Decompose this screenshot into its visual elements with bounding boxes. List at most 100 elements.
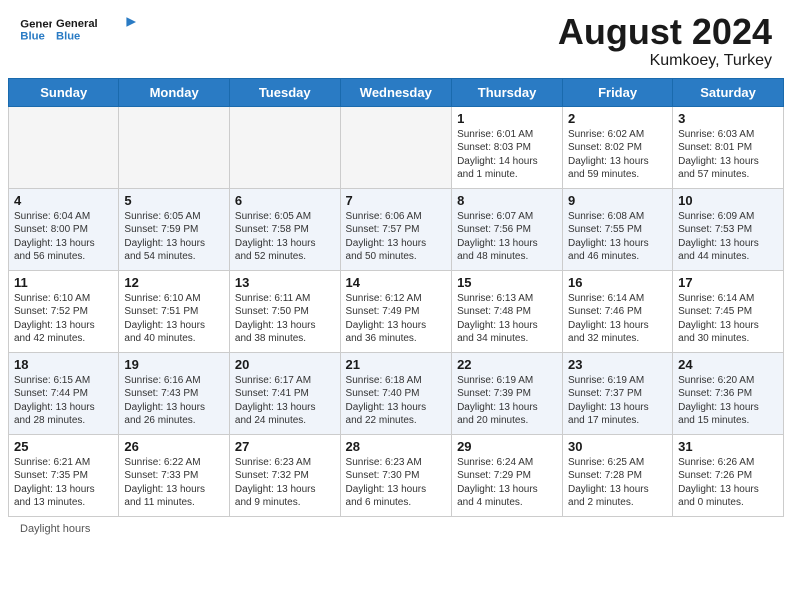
calendar-cell: 16 Sunrise: 6:14 AM Sunset: 7:46 PM Dayli… bbox=[563, 270, 673, 352]
weekday-header: Monday bbox=[119, 78, 230, 106]
weekday-header: Friday bbox=[563, 78, 673, 106]
day-number: 13 bbox=[235, 275, 335, 290]
day-info: Sunrise: 6:15 AM Sunset: 7:44 PM Dayligh… bbox=[14, 374, 113, 428]
calendar-cell: 23 Sunrise: 6:19 AM Sunset: 7:37 PM Dayli… bbox=[563, 352, 673, 434]
day-info: Sunrise: 6:25 AM Sunset: 7:28 PM Dayligh… bbox=[568, 456, 667, 510]
calendar-cell: 9Sunrise: 6:08 AM Sunset: 7:55 PM Daylig… bbox=[563, 188, 673, 270]
day-number: 28 bbox=[346, 439, 447, 454]
weekday-header: Saturday bbox=[673, 78, 784, 106]
calendar-cell: 11 Sunrise: 6:10 AM Sunset: 7:52 PM Dayli… bbox=[9, 270, 119, 352]
day-number: 3 bbox=[678, 111, 778, 126]
day-info: Sunrise: 6:14 AM Sunset: 7:46 PM Dayligh… bbox=[568, 292, 667, 346]
day-number: 24 bbox=[678, 357, 778, 372]
day-info: Sunrise: 6:19 AM Sunset: 7:37 PM Dayligh… bbox=[568, 374, 667, 428]
calendar-cell: 21 Sunrise: 6:18 AM Sunset: 7:40 PM Dayli… bbox=[340, 352, 452, 434]
calendar-cell: 13 Sunrise: 6:11 AM Sunset: 7:50 PM Dayli… bbox=[229, 270, 340, 352]
day-info: Sunrise: 6:20 AM Sunset: 7:36 PM Dayligh… bbox=[678, 374, 778, 428]
weekday-header: Wednesday bbox=[340, 78, 452, 106]
calendar-cell: 18Sunrise: 6:15 AM Sunset: 7:44 PM Dayli… bbox=[9, 352, 119, 434]
day-info: Sunrise: 6:04 AM Sunset: 8:00 PM Dayligh… bbox=[14, 210, 113, 264]
day-info: Sunrise: 6:17 AM Sunset: 7:41 PM Dayligh… bbox=[235, 374, 335, 428]
day-info: Sunrise: 6:23 AM Sunset: 7:32 PM Dayligh… bbox=[235, 456, 335, 510]
day-number: 7 bbox=[346, 193, 447, 208]
day-info: Sunrise: 6:24 AM Sunset: 7:29 PM Dayligh… bbox=[457, 456, 557, 510]
day-number: 10 bbox=[678, 193, 778, 208]
day-number: 4 bbox=[14, 193, 113, 208]
day-number: 25 bbox=[14, 439, 113, 454]
day-info: Sunrise: 6:16 AM Sunset: 7:43 PM Dayligh… bbox=[124, 374, 224, 428]
logo-flag-icon: General Blue bbox=[56, 14, 136, 46]
calendar-cell: 22 Sunrise: 6:19 AM Sunset: 7:39 PM Dayli… bbox=[452, 352, 563, 434]
day-number: 21 bbox=[346, 357, 447, 372]
day-info: Sunrise: 6:22 AM Sunset: 7:33 PM Dayligh… bbox=[124, 456, 224, 510]
weekday-header: Thursday bbox=[452, 78, 563, 106]
calendar-cell: 7 Sunrise: 6:06 AM Sunset: 7:57 PM Daylig… bbox=[340, 188, 452, 270]
day-info: Sunrise: 6:01 AM Sunset: 8:03 PM Dayligh… bbox=[457, 128, 557, 182]
day-number: 19 bbox=[124, 357, 224, 372]
calendar-cell: 4 Sunrise: 6:04 AM Sunset: 8:00 PM Daylig… bbox=[9, 188, 119, 270]
month-year: August 2024 bbox=[558, 12, 772, 52]
day-info: Sunrise: 6:11 AM Sunset: 7:50 PM Dayligh… bbox=[235, 292, 335, 346]
day-number: 27 bbox=[235, 439, 335, 454]
calendar-cell: 25 Sunrise: 6:21 AM Sunset: 7:35 PM Dayli… bbox=[9, 434, 119, 516]
day-number: 29 bbox=[457, 439, 557, 454]
calendar-cell bbox=[229, 106, 340, 188]
day-info: Sunrise: 6:02 AM Sunset: 8:02 PM Dayligh… bbox=[568, 128, 667, 182]
day-info: Sunrise: 6:07 AM Sunset: 7:56 PM Dayligh… bbox=[457, 210, 557, 264]
day-number: 23 bbox=[568, 357, 667, 372]
day-info: Sunrise: 6:10 AM Sunset: 7:52 PM Dayligh… bbox=[14, 292, 113, 346]
calendar-cell: 24 Sunrise: 6:20 AM Sunset: 7:36 PM Dayli… bbox=[673, 352, 784, 434]
day-number: 11 bbox=[14, 275, 113, 290]
day-number: 9 bbox=[568, 193, 667, 208]
calendar-cell: 17 Sunrise: 6:14 AM Sunset: 7:45 PM Dayli… bbox=[673, 270, 784, 352]
day-number: 2 bbox=[568, 111, 667, 126]
daylight-label: Daylight hours bbox=[20, 523, 90, 535]
calendar-cell: 8 Sunrise: 6:07 AM Sunset: 7:56 PM Daylig… bbox=[452, 188, 563, 270]
day-number: 26 bbox=[124, 439, 224, 454]
day-info: Sunrise: 6:19 AM Sunset: 7:39 PM Dayligh… bbox=[457, 374, 557, 428]
day-info: Sunrise: 6:23 AM Sunset: 7:30 PM Dayligh… bbox=[346, 456, 447, 510]
calendar-table: SundayMondayTuesdayWednesdayThursdayFrid… bbox=[8, 78, 784, 517]
day-number: 1 bbox=[457, 111, 557, 126]
calendar-cell: 15 Sunrise: 6:13 AM Sunset: 7:48 PM Dayli… bbox=[452, 270, 563, 352]
calendar-cell: 30 Sunrise: 6:25 AM Sunset: 7:28 PM Dayli… bbox=[563, 434, 673, 516]
footer: Daylight hours bbox=[0, 517, 792, 541]
day-info: Sunrise: 6:21 AM Sunset: 7:35 PM Dayligh… bbox=[14, 456, 113, 510]
calendar-cell: 10Sunrise: 6:09 AM Sunset: 7:53 PM Dayli… bbox=[673, 188, 784, 270]
calendar-cell: 1 Sunrise: 6:01 AM Sunset: 8:03 PM Daylig… bbox=[452, 106, 563, 188]
day-info: Sunrise: 6:05 AM Sunset: 7:59 PM Dayligh… bbox=[124, 210, 224, 264]
day-number: 8 bbox=[457, 193, 557, 208]
weekday-header: Tuesday bbox=[229, 78, 340, 106]
calendar-cell bbox=[9, 106, 119, 188]
calendar-cell: 12Sunrise: 6:10 AM Sunset: 7:51 PM Dayli… bbox=[119, 270, 230, 352]
calendar-cell bbox=[340, 106, 452, 188]
svg-text:General: General bbox=[20, 18, 52, 30]
svg-text:Blue: Blue bbox=[20, 31, 45, 43]
day-number: 16 bbox=[568, 275, 667, 290]
day-number: 15 bbox=[457, 275, 557, 290]
calendar-cell: 3 Sunrise: 6:03 AM Sunset: 8:01 PM Daylig… bbox=[673, 106, 784, 188]
day-number: 22 bbox=[457, 357, 557, 372]
header: General Blue General Blue August 2024 Ku… bbox=[0, 0, 792, 78]
day-info: Sunrise: 6:14 AM Sunset: 7:45 PM Dayligh… bbox=[678, 292, 778, 346]
day-number: 14 bbox=[346, 275, 447, 290]
logo: General Blue General Blue bbox=[20, 12, 136, 46]
calendar-cell: 26 Sunrise: 6:22 AM Sunset: 7:33 PM Dayli… bbox=[119, 434, 230, 516]
calendar-cell: 27 Sunrise: 6:23 AM Sunset: 7:32 PM Dayli… bbox=[229, 434, 340, 516]
calendar-cell: 14Sunrise: 6:12 AM Sunset: 7:49 PM Dayli… bbox=[340, 270, 452, 352]
day-info: Sunrise: 6:03 AM Sunset: 8:01 PM Dayligh… bbox=[678, 128, 778, 182]
svg-text:Blue: Blue bbox=[56, 31, 80, 43]
calendar-cell: 2 Sunrise: 6:02 AM Sunset: 8:02 PM Daylig… bbox=[563, 106, 673, 188]
day-number: 5 bbox=[124, 193, 224, 208]
title-block: August 2024 Kumkoey, Turkey bbox=[558, 12, 772, 70]
day-number: 30 bbox=[568, 439, 667, 454]
day-info: Sunrise: 6:06 AM Sunset: 7:57 PM Dayligh… bbox=[346, 210, 447, 264]
day-info: Sunrise: 6:18 AM Sunset: 7:40 PM Dayligh… bbox=[346, 374, 447, 428]
calendar-cell bbox=[119, 106, 230, 188]
day-info: Sunrise: 6:13 AM Sunset: 7:48 PM Dayligh… bbox=[457, 292, 557, 346]
day-number: 17 bbox=[678, 275, 778, 290]
location: Kumkoey, Turkey bbox=[558, 52, 772, 70]
calendar-cell: 20 Sunrise: 6:17 AM Sunset: 7:41 PM Dayli… bbox=[229, 352, 340, 434]
day-number: 20 bbox=[235, 357, 335, 372]
calendar-cell: 6Sunrise: 6:05 AM Sunset: 7:58 PM Daylig… bbox=[229, 188, 340, 270]
